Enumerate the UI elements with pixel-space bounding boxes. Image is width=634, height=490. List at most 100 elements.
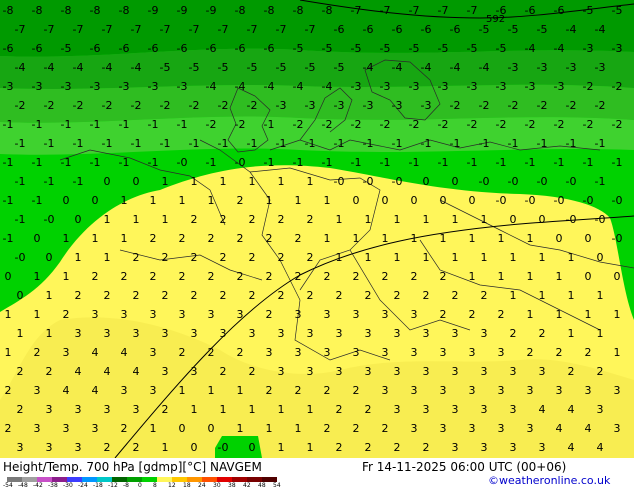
grid-value: 1 <box>527 308 534 321</box>
grid-value: 1 <box>452 251 459 264</box>
grid-value: 4 <box>92 346 99 359</box>
grid-value: 3 <box>411 308 418 321</box>
legend-label: 8 <box>153 482 157 489</box>
grid-value: -2 <box>160 99 171 112</box>
grid-value: -2 <box>612 118 623 131</box>
legend-label: -18 <box>93 482 103 489</box>
grid-value: -5 <box>293 42 304 55</box>
grid-value: -2 <box>496 118 507 131</box>
grid-value: -1 <box>189 137 200 150</box>
grid-value: 0 <box>452 175 459 188</box>
grid-value: -2 <box>525 118 536 131</box>
grid-value: 3 <box>133 403 140 416</box>
grid-value: -2 <box>44 99 55 112</box>
grid-value: 3 <box>510 441 517 454</box>
grid-value: -7 <box>438 4 449 17</box>
grid-value: 1 <box>220 403 227 416</box>
grid-value: -1 <box>15 213 26 226</box>
grid-value: -6 <box>392 23 403 36</box>
grid-value: -6 <box>32 42 43 55</box>
grid-value: 3 <box>63 346 70 359</box>
grid-value: -4 <box>293 80 304 93</box>
grid-value: -0 <box>177 156 188 169</box>
grid-value: -1 <box>409 156 420 169</box>
grid-value: 3 <box>365 365 372 378</box>
grid-value: -8 <box>61 4 72 17</box>
grid-value: 2 <box>278 213 285 226</box>
grid-value: 3 <box>191 327 198 340</box>
grid-value: 1 <box>394 213 401 226</box>
grid-value: 2 <box>104 441 111 454</box>
grid-value: 3 <box>556 384 563 397</box>
grid-value: -5 <box>276 61 287 74</box>
grid-value: 3 <box>510 403 517 416</box>
grid-value: 2 <box>365 289 372 302</box>
grid-value: -8 <box>235 4 246 17</box>
grid-value: 2 <box>295 270 302 283</box>
grid-value: -1 <box>595 175 606 188</box>
grid-value: -5 <box>305 61 316 74</box>
grid-value: -2 <box>595 99 606 112</box>
grid-value: -0 <box>595 213 606 226</box>
grid-value: -2 <box>583 80 594 93</box>
grid-value: -8 <box>3 4 14 17</box>
grid-value: 2 <box>307 251 314 264</box>
grid-value: -1 <box>380 156 391 169</box>
grid-value: -4 <box>525 42 536 55</box>
grid-value: 1 <box>121 194 128 207</box>
grid-value: 3 <box>423 327 430 340</box>
grid-value: 2 <box>220 213 227 226</box>
grid-value: -1 <box>73 137 84 150</box>
grid-value: 2 <box>324 422 331 435</box>
grid-value: -7 <box>409 4 420 17</box>
grid-value: -4 <box>566 23 577 36</box>
grid-value: 3 <box>133 327 140 340</box>
grid-value: -6 <box>450 23 461 36</box>
grid-value: -3 <box>508 61 519 74</box>
grid-value: -5 <box>479 23 490 36</box>
grid-value: -4 <box>450 61 461 74</box>
grid-value: 1 <box>365 251 372 264</box>
grid-value: 1 <box>278 403 285 416</box>
grid-value: 2 <box>365 441 372 454</box>
grid-value: -1 <box>351 156 362 169</box>
grid-value: 3 <box>481 327 488 340</box>
grid-value: 0 <box>382 194 389 207</box>
grid-value: 1 <box>556 308 563 321</box>
grid-value: -1 <box>276 137 287 150</box>
grid-value: 3 <box>614 422 621 435</box>
grid-value: 1 <box>324 194 331 207</box>
grid-value: -6 <box>363 23 374 36</box>
grid-value: -2 <box>235 118 246 131</box>
grid-value: 2 <box>150 232 157 245</box>
grid-value: 3 <box>365 327 372 340</box>
grid-value: -4 <box>15 61 26 74</box>
grid-value: -0 <box>566 213 577 226</box>
grid-value: 1 <box>104 251 111 264</box>
grid-value: -5 <box>351 42 362 55</box>
grid-value: 3 <box>336 327 343 340</box>
grid-value: 3 <box>452 365 459 378</box>
grid-value: 2 <box>353 384 360 397</box>
grid-value: 1 <box>191 175 198 188</box>
grid-value: 3 <box>498 422 505 435</box>
grid-value: -2 <box>351 118 362 131</box>
grid-value: -2 <box>218 99 229 112</box>
grid-value: 1 <box>336 251 343 264</box>
grid-value: -0 <box>334 175 345 188</box>
grid-value: 3 <box>324 346 331 359</box>
grid-value: -1 <box>32 194 43 207</box>
grid-value: -1 <box>15 137 26 150</box>
grid-value: 1 <box>527 232 534 245</box>
grid-value: 1 <box>423 213 430 226</box>
grid-value: -4 <box>554 42 565 55</box>
grid-value: 3 <box>191 365 198 378</box>
grid-value: 2 <box>278 289 285 302</box>
grid-value: 3 <box>162 365 169 378</box>
grid-value: -3 <box>595 61 606 74</box>
grid-value: -2 <box>438 118 449 131</box>
grid-value: -1 <box>438 156 449 169</box>
grid-value: 2 <box>162 251 169 264</box>
credit-link[interactable]: ©weatheronline.co.uk <box>488 474 610 487</box>
grid-value: 1 <box>527 270 534 283</box>
